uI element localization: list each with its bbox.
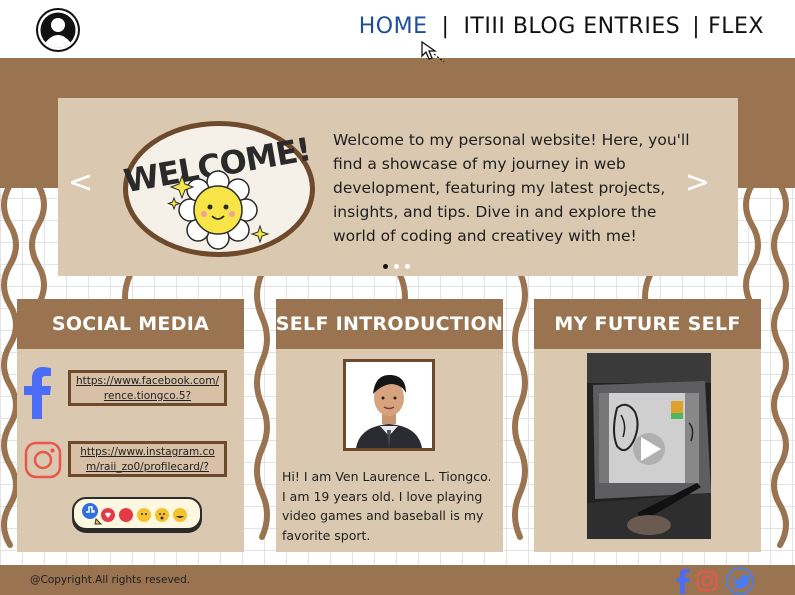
- reactions-sticker: [72, 497, 202, 530]
- self-introduction-card: SELF INTRODUCTION Hi! I am Ven Laurence …: [276, 299, 503, 552]
- main-nav: HOME | ITIII BLOG ENTRIES | FLEX: [359, 14, 764, 39]
- copyright-text: @Copyright.All rights reseved.: [30, 574, 191, 586]
- instagram-icon[interactable]: [24, 441, 62, 479]
- future-self-video[interactable]: [587, 353, 711, 539]
- nav-separator: |: [441, 14, 450, 39]
- footer-social-icons: [676, 567, 756, 595]
- welcome-carousel: < WELCOME! Welcome to my personal websit…: [58, 98, 738, 276]
- carousel-prev-arrow[interactable]: <: [68, 168, 93, 198]
- self-introduction-text: Hi! I am Ven Laurence L. Tiongco. I am 1…: [282, 469, 492, 543]
- user-avatar-icon[interactable]: [36, 8, 80, 52]
- nav-flex-link[interactable]: FLEX: [708, 14, 764, 39]
- pointer-cursor-icon: [421, 40, 445, 63]
- carousel-dot[interactable]: [394, 264, 399, 269]
- welcome-badge-graphic: WELCOME!: [121, 121, 315, 257]
- self-introduction-title: SELF INTRODUCTION: [276, 299, 503, 349]
- nav-home-link[interactable]: HOME: [359, 14, 428, 39]
- facebook-icon[interactable]: [676, 568, 690, 594]
- welcome-text: Welcome to my personal website! Here, yo…: [333, 131, 690, 245]
- carousel-next-arrow[interactable]: >: [685, 168, 710, 198]
- facebook-link[interactable]: https://www.facebook.com/rence.tiongco.5…: [68, 370, 227, 406]
- nav-blog-entries-link[interactable]: ITIII BLOG ENTRIES: [463, 14, 680, 39]
- top-navigation-bar: HOME | ITIII BLOG ENTRIES | FLEX: [0, 0, 795, 58]
- future-self-card: MY FUTURE SELF: [534, 299, 761, 552]
- nav-separator: |: [692, 14, 701, 39]
- footer: @Copyright.All rights reseved.: [0, 565, 795, 595]
- facebook-icon[interactable]: [23, 365, 53, 419]
- instagram-link[interactable]: https://www.instagram.com/raii_zo0/profi…: [68, 441, 227, 477]
- carousel-indicators: [383, 264, 410, 269]
- social-media-title: SOCIAL MEDIA: [17, 299, 244, 349]
- social-media-card: SOCIAL MEDIA https://www.facebook.com/re…: [17, 299, 244, 552]
- future-self-title: MY FUTURE SELF: [534, 299, 761, 349]
- carousel-dot[interactable]: [405, 264, 410, 269]
- twitter-icon[interactable]: [724, 567, 756, 595]
- carousel-dot[interactable]: [383, 264, 388, 269]
- profile-photo: [343, 359, 435, 451]
- instagram-icon[interactable]: [696, 570, 718, 592]
